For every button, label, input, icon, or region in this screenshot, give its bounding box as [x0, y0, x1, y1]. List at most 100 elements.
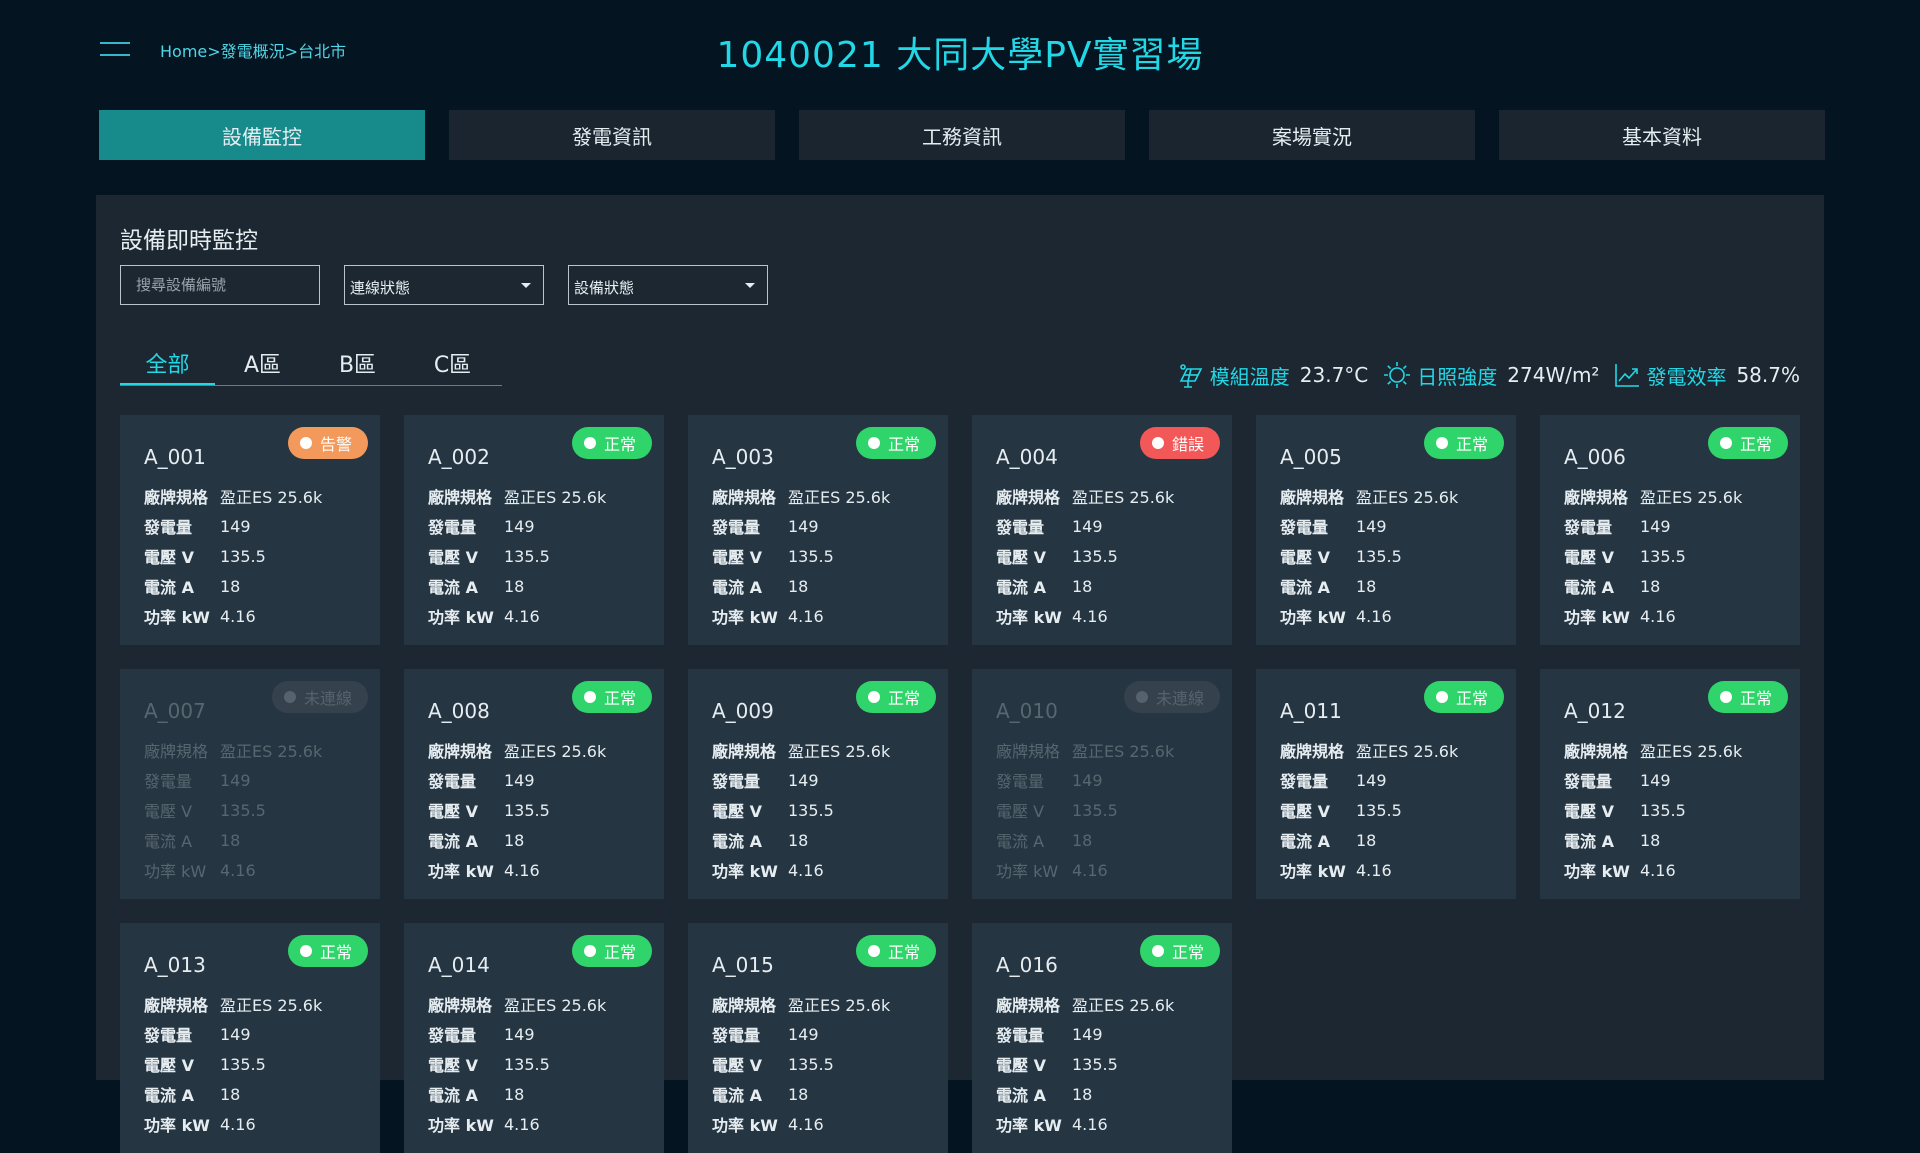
device-card[interactable]: 正常 A_016 廠牌規格 盈正ES 25.6k 發電量 149 電壓 V 135.5 電流 A…: [972, 923, 1232, 1153]
field-value: 18: [220, 576, 241, 596]
tab-basic-info[interactable]: 基本資料: [1499, 110, 1825, 160]
field-label: 發電量: [712, 772, 761, 791]
device-field-row: 電流 A 18: [1280, 825, 1492, 855]
field-value: 149: [220, 1024, 251, 1044]
device-card[interactable]: 錯誤 A_004 廠牌規格 盈正ES 25.6k 發電量 149 電壓 V 135.5 電流 A…: [972, 415, 1232, 645]
device-card[interactable]: 正常 A_006 廠牌規格 盈正ES 25.6k 發電量 149 電壓 V 135.5 電流 A…: [1540, 415, 1800, 645]
device-field-row: 功率 kW 4.16: [144, 1109, 356, 1139]
device-fields: 廠牌規格 盈正ES 25.6k 發電量 149 電壓 V 135.5 電流 A 18 功率 kW…: [144, 989, 356, 1139]
device-card-grid: 告警 A_001 廠牌規格 盈正ES 25.6k 發電量 149 電壓 V 135.5 電流 A…: [120, 415, 1800, 1153]
environment-metrics: 模組溫度 23.7°C 日照強度 274W/m² 發電效率 58.7%: [1177, 360, 1800, 390]
area-tab-a[interactable]: A區: [215, 343, 310, 385]
field-value: 4.16: [1072, 860, 1108, 880]
device-field-row: 廠牌規格 盈正ES 25.6k: [996, 481, 1208, 511]
device-card[interactable]: 正常 A_014 廠牌規格 盈正ES 25.6k 發電量 149 電壓 V 135.5 電流 A…: [404, 923, 664, 1153]
status-dot-icon: [867, 437, 880, 449]
device-field-row: 功率 kW 4.16: [712, 1109, 924, 1139]
page-title: 1040021 大同大學PV實習場: [716, 35, 1204, 76]
device-field-row: 電壓 V 135.5: [144, 795, 356, 825]
device-field-row: 發電量 149: [144, 511, 356, 541]
field-label: 廠牌規格: [712, 488, 777, 507]
device-fields: 廠牌規格 盈正ES 25.6k 發電量 149 電壓 V 135.5 電流 A 18 功率 kW…: [996, 735, 1208, 885]
main-nav: 設備監控 發電資訊 工務資訊 案場實況 基本資料: [99, 110, 1825, 160]
field-value: 盈正ES 25.6k: [1640, 742, 1743, 761]
device-field-row: 電流 A 18: [1564, 571, 1776, 601]
device-card[interactable]: 正常 A_015 廠牌規格 盈正ES 25.6k 發電量 149 電壓 V 135.5 電流 A…: [688, 923, 948, 1153]
tab-engineering-info[interactable]: 工務資訊: [799, 110, 1125, 160]
device-card[interactable]: 正常 A_013 廠牌規格 盈正ES 25.6k 發電量 149 電壓 V 135.5 電流 A…: [120, 923, 380, 1153]
status-badge: 正常: [1707, 681, 1788, 713]
field-label: 廠牌規格: [712, 996, 777, 1015]
device-card[interactable]: 正常 A_012 廠牌規格 盈正ES 25.6k 發電量 149 電壓 V 135.5 電流 A…: [1540, 669, 1800, 899]
device-fields: 廠牌規格 盈正ES 25.6k 發電量 149 電壓 V 135.5 電流 A 18 功率 kW…: [1564, 735, 1776, 885]
device-field-row: 功率 kW 4.16: [1564, 601, 1776, 631]
device-search-input[interactable]: [120, 265, 320, 305]
field-value: 18: [1072, 576, 1093, 596]
device-card[interactable]: 未連線 A_010 廠牌規格 盈正ES 25.6k 發電量 149 電壓 V 135.5 電流 …: [972, 669, 1232, 899]
field-label: 廠牌規格: [1564, 488, 1629, 507]
device-field-row: 電流 A 18: [712, 825, 924, 855]
status-dot-icon: [1719, 691, 1732, 703]
device-fields: 廠牌規格 盈正ES 25.6k 發電量 149 電壓 V 135.5 電流 A 18 功率 kW…: [428, 989, 640, 1139]
device-card[interactable]: 正常 A_005 廠牌規格 盈正ES 25.6k 發電量 149 電壓 V 135.5 電流 A…: [1256, 415, 1516, 645]
device-card[interactable]: 正常 A_002 廠牌規格 盈正ES 25.6k 發電量 149 電壓 V 135.5 電流 A…: [404, 415, 664, 645]
device-field-row: 廠牌規格 盈正ES 25.6k: [712, 989, 924, 1019]
status-dot-icon: [283, 691, 296, 703]
status-text: 告警: [319, 435, 352, 454]
device-field-row: 功率 kW 4.16: [996, 1109, 1208, 1139]
device-field-row: 電流 A 18: [144, 1079, 356, 1109]
status-badge: 正常: [287, 935, 368, 967]
field-value: 盈正ES 25.6k: [1072, 488, 1175, 507]
device-fields: 廠牌規格 盈正ES 25.6k 發電量 149 電壓 V 135.5 電流 A 18 功率 kW…: [1280, 481, 1492, 631]
status-badge: 正常: [855, 427, 936, 459]
device-field-row: 電流 A 18: [712, 571, 924, 601]
device-field-row: 功率 kW 4.16: [144, 601, 356, 631]
device-status-select[interactable]: 設備狀態: [568, 265, 768, 305]
tab-device-monitoring[interactable]: 設備監控: [99, 110, 425, 160]
status-badge: 告警: [287, 427, 368, 459]
field-value: 4.16: [1356, 606, 1392, 626]
device-field-row: 電流 A 18: [1280, 571, 1492, 601]
metric-value: 274W/m²: [1507, 363, 1600, 387]
field-label: 電流 A: [1564, 578, 1614, 597]
area-tab-c[interactable]: C區: [405, 343, 500, 385]
device-field-row: 發電量 149: [144, 1019, 356, 1049]
field-value: 盈正ES 25.6k: [788, 488, 891, 507]
field-label: 功率 kW: [1280, 862, 1346, 881]
tab-generation-info[interactable]: 發電資訊: [449, 110, 775, 160]
field-value: 149: [788, 516, 819, 536]
field-value: 149: [1072, 516, 1103, 536]
field-label: 廠牌規格: [144, 488, 209, 507]
field-label: 電壓 V: [996, 548, 1046, 567]
device-field-row: 電壓 V 135.5: [996, 795, 1208, 825]
device-field-row: 功率 kW 4.16: [144, 855, 356, 885]
device-card[interactable]: 未連線 A_007 廠牌規格 盈正ES 25.6k 發電量 149 電壓 V 135.5 電流 …: [120, 669, 380, 899]
device-card[interactable]: 告警 A_001 廠牌規格 盈正ES 25.6k 發電量 149 電壓 V 135.5 電流 A…: [120, 415, 380, 645]
status-badge: 未連線: [271, 681, 368, 713]
field-value: 18: [504, 830, 525, 850]
device-card[interactable]: 正常 A_008 廠牌規格 盈正ES 25.6k 發電量 149 電壓 V 135.5 電流 A…: [404, 669, 664, 899]
trend-chart-icon: [1615, 364, 1640, 387]
device-card[interactable]: 正常 A_011 廠牌規格 盈正ES 25.6k 發電量 149 電壓 V 135.5 電流 A…: [1256, 669, 1516, 899]
efficiency-metric: 發電效率 58.7%: [1613, 361, 1800, 390]
status-dot-icon: [583, 437, 596, 449]
field-value: 盈正ES 25.6k: [1640, 488, 1743, 507]
field-label: 功率 kW: [996, 1116, 1062, 1135]
device-card[interactable]: 正常 A_003 廠牌規格 盈正ES 25.6k 發電量 149 電壓 V 135.5 電流 A…: [688, 415, 948, 645]
device-field-row: 電壓 V 135.5: [144, 541, 356, 571]
status-badge: 未連線: [1123, 681, 1220, 713]
device-card[interactable]: 正常 A_009 廠牌規格 盈正ES 25.6k 發電量 149 電壓 V 135.5 電流 A…: [688, 669, 948, 899]
connection-status-select[interactable]: 連線狀態: [344, 265, 544, 305]
field-value: 149: [1640, 516, 1671, 536]
status-badge: 正常: [571, 935, 652, 967]
field-label: 廠牌規格: [712, 742, 777, 761]
field-value: 149: [504, 1024, 535, 1044]
tab-site-status[interactable]: 案場實況: [1149, 110, 1475, 160]
area-tab-b[interactable]: B區: [310, 343, 405, 385]
area-tab-all[interactable]: 全部: [120, 343, 215, 385]
field-value: 149: [1640, 770, 1671, 790]
field-label: 電流 A: [996, 832, 1045, 851]
module-temperature-metric: 模組溫度 23.7°C: [1177, 361, 1368, 390]
device-field-row: 電流 A 18: [428, 1079, 640, 1109]
status-dot-icon: [1435, 437, 1448, 449]
